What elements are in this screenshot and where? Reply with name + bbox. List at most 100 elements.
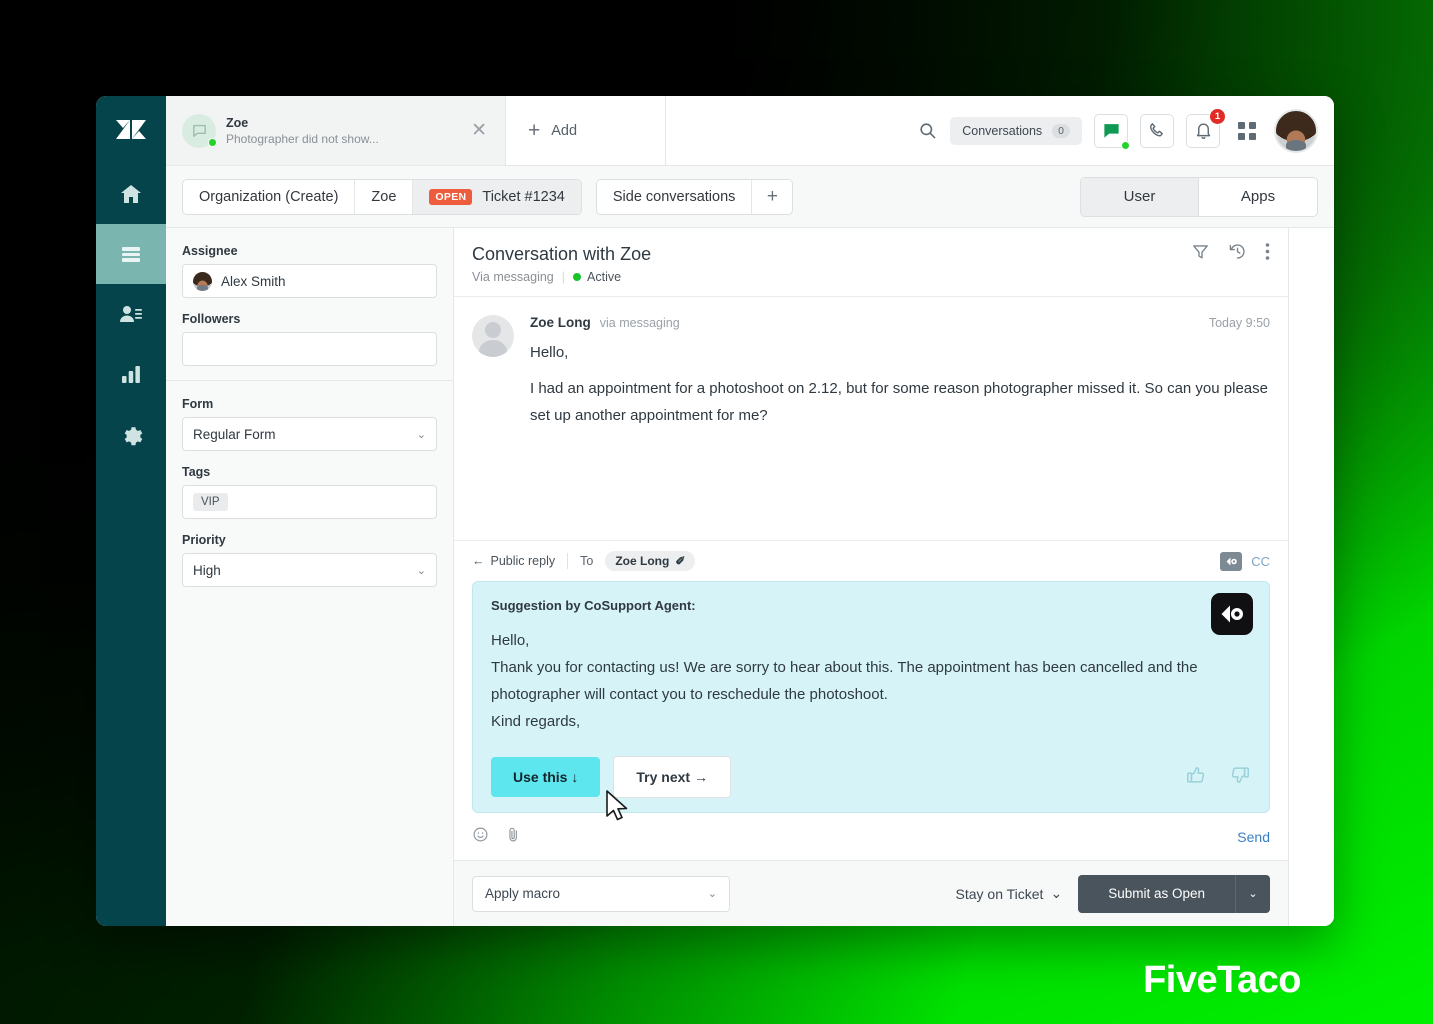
- followers-field: Followers: [182, 312, 437, 366]
- top-bar: Zoe Photographer did not show... ✕ + Add…: [166, 96, 1334, 166]
- message-line: I had an appointment for a photoshoot on…: [530, 380, 1268, 424]
- stay-on-ticket-label: Stay on Ticket: [955, 885, 1044, 902]
- conversations-label: Conversations: [962, 123, 1043, 138]
- reply-type-selector[interactable]: ← Public reply: [472, 554, 555, 568]
- products-grid-icon[interactable]: [1232, 116, 1262, 146]
- filter-icon[interactable]: [1191, 242, 1210, 266]
- conversations-pill[interactable]: Conversations 0: [950, 116, 1082, 145]
- stay-on-ticket-select[interactable]: Stay on Ticket ⌄: [956, 885, 1063, 902]
- app-window: Zoe Photographer did not show... ✕ + Add…: [96, 96, 1334, 926]
- cosupport-agent-badge-icon: [1211, 593, 1253, 635]
- tag-chip[interactable]: VIP: [193, 493, 228, 511]
- attachment-icon[interactable]: [505, 826, 522, 848]
- send-button[interactable]: Send: [1237, 829, 1270, 845]
- cosupport-icon[interactable]: [1220, 551, 1243, 571]
- assignee-value: Alex Smith: [221, 273, 286, 289]
- side-conversations-label[interactable]: Side conversations: [597, 179, 753, 214]
- form-select[interactable]: Regular Form ⌄: [182, 417, 437, 451]
- thumbs-down-icon[interactable]: [1229, 764, 1251, 791]
- tab-apps[interactable]: Apps: [1199, 178, 1317, 216]
- conversation-column: Conversation with Zoe Via messaging | Ac…: [454, 228, 1289, 926]
- conversation-status-label: Active: [587, 270, 622, 284]
- message-author: Zoe Long: [530, 315, 591, 330]
- tags-input[interactable]: VIP: [182, 485, 437, 519]
- online-status-dot: [208, 137, 217, 147]
- assignee-input[interactable]: Alex Smith: [182, 264, 437, 298]
- conversation-tab-avatar: [182, 113, 217, 148]
- ticket-properties-panel: Assignee Alex Smith Followers Form Regul…: [166, 228, 454, 926]
- conversation-tab[interactable]: Zoe Photographer did not show... ✕: [166, 96, 506, 165]
- to-label: To: [580, 554, 594, 568]
- reply-type-label: Public reply: [490, 554, 556, 568]
- tags-field: Tags VIP: [182, 465, 437, 519]
- ticket-body: Assignee Alex Smith Followers Form Regul…: [166, 228, 1334, 926]
- sidebar-item-views[interactable]: [96, 224, 166, 284]
- top-bar-right: Conversations 0 1: [666, 96, 1334, 165]
- recipient-chip[interactable]: Zoe Long ✐: [605, 551, 696, 571]
- conversation-tab-title: Zoe: [226, 115, 249, 130]
- message-item: Zoe Long via messaging Today 9:50 Hello,…: [472, 315, 1270, 429]
- add-tab-button[interactable]: + Add: [506, 96, 666, 165]
- panel-toggle: User Apps: [1080, 176, 1318, 217]
- close-icon[interactable]: ✕: [467, 117, 491, 144]
- conversation-tab-subtitle: Photographer did not show...: [226, 131, 379, 146]
- followers-input[interactable]: [182, 332, 437, 366]
- form-field: Form Regular Form ⌄: [182, 397, 437, 451]
- apply-macro-select[interactable]: Apply macro ⌄: [472, 875, 730, 912]
- priority-select[interactable]: High ⌄: [182, 553, 437, 587]
- emoji-icon[interactable]: [472, 826, 489, 848]
- edit-icon[interactable]: ✐: [675, 554, 685, 568]
- suggestion-title: Suggestion by CoSupport Agent:: [491, 598, 696, 613]
- avatar[interactable]: [1274, 108, 1318, 153]
- suggestion-body: Hello, Thank you for contacting us! We a…: [491, 627, 1251, 735]
- tab-user[interactable]: User: [1081, 177, 1199, 216]
- zendesk-logo-icon[interactable]: [96, 96, 166, 164]
- side-conversations-add-icon[interactable]: +: [752, 180, 792, 214]
- status-badge: OPEN: [429, 188, 473, 205]
- use-this-button[interactable]: Use this ↓: [491, 757, 601, 797]
- assignee-avatar: [193, 271, 212, 291]
- feedback-controls: [1185, 764, 1251, 791]
- message-meta: Zoe Long via messaging Today 9:50: [530, 315, 1270, 330]
- conversation-channel: Via messaging: [472, 270, 554, 284]
- sidebar-item-customers[interactable]: [96, 284, 166, 344]
- talk-icon-button[interactable]: [1140, 113, 1174, 148]
- suggestion-line: Hello,: [491, 632, 530, 649]
- history-icon[interactable]: [1228, 242, 1247, 266]
- subtitle-divider: |: [561, 270, 566, 284]
- priority-field: Priority High ⌄: [182, 533, 437, 587]
- status-dot: [573, 273, 582, 281]
- breadcrumb-ticket-label: Ticket #1234: [482, 188, 565, 205]
- suggestion-line: Kind regards,: [491, 713, 581, 730]
- submit-as-open-button[interactable]: Submit as Open: [1078, 874, 1236, 913]
- add-tab-label: Add: [551, 122, 578, 139]
- chevron-down-icon: ⌄: [416, 564, 426, 577]
- tags-label: Tags: [182, 465, 211, 479]
- sidebar-item-reporting[interactable]: [96, 344, 166, 404]
- mouse-cursor: [606, 790, 628, 821]
- conversation-tab-meta: Zoe Photographer did not show...: [226, 115, 457, 147]
- message-channel: via messaging: [599, 316, 680, 330]
- search-icon[interactable]: [916, 120, 938, 142]
- ai-suggestion-panel: Suggestion by CoSupport Agent: Hello, Th…: [472, 581, 1270, 813]
- conversation-header-text: Conversation with Zoe Via messaging | Ac…: [472, 242, 651, 284]
- thumbs-up-icon[interactable]: [1185, 764, 1207, 791]
- sidebar-item-admin[interactable]: [96, 404, 166, 464]
- side-conversations-control: Side conversations +: [595, 178, 794, 215]
- sidebar-item-home[interactable]: [96, 164, 166, 224]
- composer-tools: Send: [472, 813, 1270, 848]
- cc-button[interactable]: CC: [1251, 554, 1270, 569]
- brand-logo: FiveTaco: [1143, 959, 1301, 1001]
- breadcrumb-ticket[interactable]: OPEN Ticket #1234: [413, 179, 581, 214]
- submit-button-group: Submit as Open ⌄: [1078, 874, 1270, 913]
- page-title: Conversation with Zoe: [472, 244, 652, 264]
- submit-options-caret-icon[interactable]: ⌄: [1236, 874, 1270, 913]
- conversation-status: Active: [573, 270, 621, 284]
- chat-icon-button[interactable]: [1094, 113, 1130, 150]
- notifications-icon-button[interactable]: 1: [1186, 107, 1226, 148]
- properties-divider: [166, 380, 453, 381]
- breadcrumb-user[interactable]: Zoe: [355, 179, 414, 214]
- breadcrumb-organization[interactable]: Organization (Create): [183, 179, 356, 214]
- more-icon[interactable]: [1265, 242, 1270, 266]
- apply-macro-label: Apply macro: [485, 886, 561, 901]
